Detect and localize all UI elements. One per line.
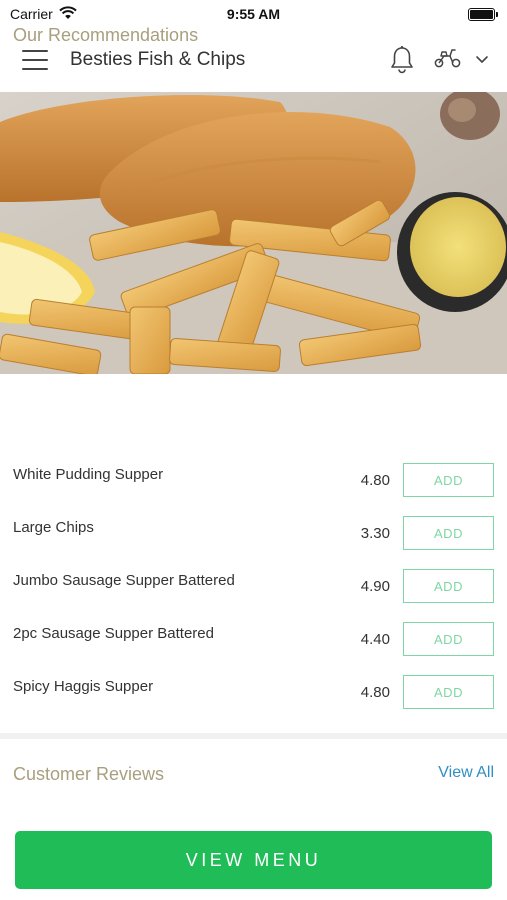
battery-icon xyxy=(468,7,498,21)
list-item: Spicy Haggis Supper 4.80 ADD xyxy=(13,675,494,709)
item-name: Spicy Haggis Supper xyxy=(13,677,154,695)
item-price: 4.40 xyxy=(360,630,390,648)
item-name: White Pudding Supper xyxy=(13,465,164,483)
add-button[interactable]: ADD xyxy=(403,463,494,497)
bell-icon[interactable] xyxy=(389,45,415,75)
recommendations-title: Our Recommendations xyxy=(13,25,199,45)
list-item: Jumbo Sausage Supper Battered 4.90 ADD xyxy=(13,569,494,603)
item-price: 3.30 xyxy=(360,524,390,542)
list-item: Large Chips 3.30 ADD xyxy=(13,516,494,550)
fish-and-chips-photo xyxy=(0,92,507,374)
delivery-mode-selector[interactable] xyxy=(433,47,489,74)
item-price: 4.90 xyxy=(360,577,390,595)
item-price: 4.80 xyxy=(360,683,390,701)
header-icons xyxy=(389,45,489,75)
list-item: White Pudding Supper 4.80 ADD xyxy=(13,463,494,497)
item-name: Large Chips xyxy=(13,518,94,536)
list-item: 2pc Sausage Supper Battered 4.40 ADD xyxy=(13,622,494,656)
carrier-label: Carrier xyxy=(10,6,53,22)
menu-icon[interactable] xyxy=(22,50,48,70)
view-menu-button[interactable]: VIEW MENU xyxy=(15,831,492,889)
section-divider xyxy=(0,733,507,739)
item-price: 4.80 xyxy=(360,471,390,489)
scooter-icon xyxy=(433,47,463,74)
add-button[interactable]: ADD xyxy=(403,516,494,550)
app-title: Besties Fish & Chips xyxy=(70,49,246,70)
item-name: Jumbo Sausage Supper Battered xyxy=(13,571,235,589)
add-button[interactable]: ADD xyxy=(403,675,494,709)
status-left: Carrier xyxy=(10,5,77,23)
add-button[interactable]: ADD xyxy=(403,622,494,656)
reviews-title: Customer Reviews xyxy=(13,764,165,784)
hero-image xyxy=(0,92,507,374)
status-bar: Carrier 9:55 AM xyxy=(0,0,507,28)
chevron-down-icon xyxy=(475,51,489,69)
view-all-link[interactable]: View All xyxy=(438,764,494,782)
add-button[interactable]: ADD xyxy=(403,569,494,603)
wifi-icon xyxy=(59,5,77,23)
item-name: 2pc Sausage Supper Battered xyxy=(13,624,214,642)
battery-fill xyxy=(470,9,493,19)
